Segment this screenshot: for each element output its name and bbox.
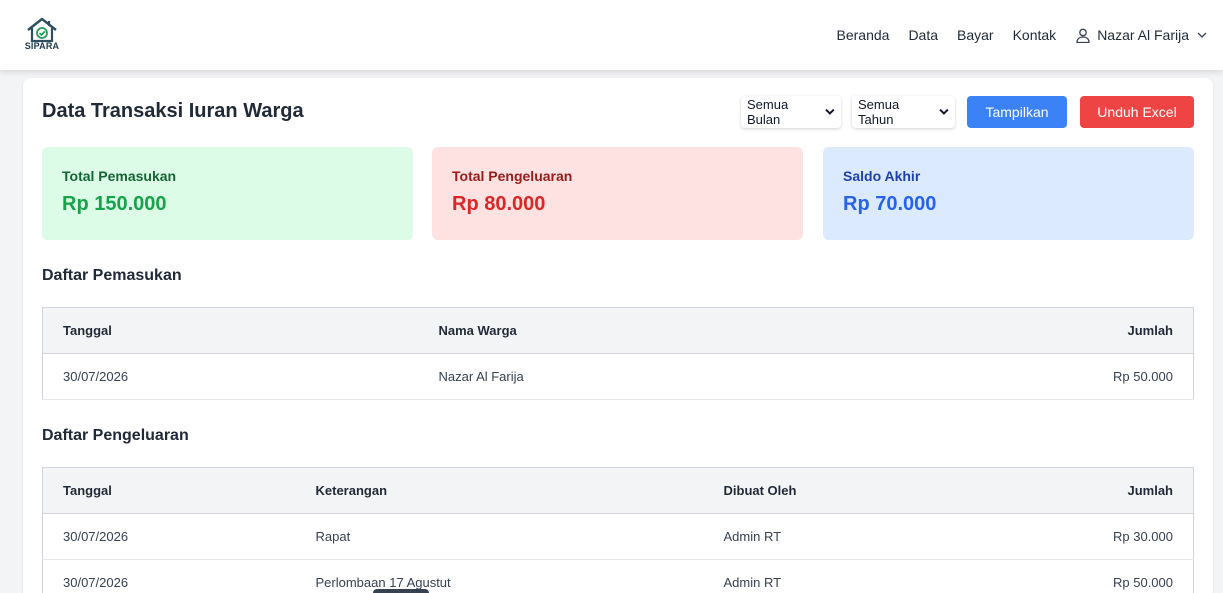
table-cell: Rp 50.000 — [848, 353, 1194, 400]
column-header: Dibuat Oleh — [703, 467, 963, 514]
table-cell: Admin RT — [703, 559, 963, 593]
column-header: Tanggal — [42, 467, 296, 514]
table-cell: Nazar Al Farija — [418, 353, 849, 400]
balance-value: Rp 70.000 — [843, 193, 937, 215]
total-income-value: Rp 150.000 — [62, 193, 167, 215]
chevron-down-icon — [825, 108, 835, 115]
scroll-indicator[interactable] — [373, 589, 429, 593]
nav-links: Beranda Data Bayar Kontak Nazar Al Farij… — [818, 0, 1208, 70]
nav-beranda[interactable]: Beranda — [837, 27, 890, 43]
column-header: Jumlah — [848, 307, 1194, 354]
user-menu[interactable]: Nazar Al Farija — [1076, 27, 1207, 43]
navbar: SIPARA Beranda Data Bayar Kontak Nazar A… — [0, 0, 1223, 70]
transactions-card: Data Transaksi Iuran Warga Semua Bulan S… — [23, 78, 1213, 593]
table-header-row: Tanggal Nama Warga Jumlah — [42, 307, 1194, 354]
month-select-value: Semua Bulan — [747, 97, 789, 127]
table-cell: 30/07/2026 — [42, 513, 296, 560]
column-header: Nama Warga — [418, 307, 849, 354]
total-income-card: Total Pemasukan Rp 150.000 — [42, 147, 413, 240]
total-income-label: Total Pemasukan — [62, 168, 177, 184]
income-table: Tanggal Nama Warga Jumlah 30/07/2026 Naz… — [42, 307, 1194, 400]
table-cell: Perlombaan 17 Agustut — [295, 559, 704, 593]
total-expense-label: Total Pengeluaran — [452, 168, 573, 184]
table-row: 30/07/2026 Rapat Admin RT Rp 30.000 — [42, 513, 1194, 560]
chevron-down-icon — [939, 108, 949, 115]
table-cell: Rp 50.000 — [962, 559, 1194, 593]
chevron-down-icon — [1197, 32, 1207, 38]
total-expense-value: Rp 80.000 — [452, 193, 546, 215]
nav-kontak[interactable]: Kontak — [1013, 27, 1057, 43]
year-select-value: Semua Tahun — [858, 97, 900, 127]
table-row: 30/07/2026 Nazar Al Farija Rp 50.000 — [42, 353, 1194, 400]
balance-label: Saldo Akhir — [843, 168, 921, 184]
column-header: Jumlah — [962, 467, 1194, 514]
house-check-icon — [27, 17, 57, 43]
show-button[interactable]: Tampilkan — [967, 96, 1067, 128]
table-header-row: Tanggal Keterangan Dibuat Oleh Jumlah — [42, 467, 1194, 514]
logo-text: SIPARA — [24, 41, 60, 51]
page-title: Data Transaksi Iuran Warga — [42, 100, 304, 122]
column-header: Keterangan — [295, 467, 704, 514]
sipara-logo[interactable]: SIPARA — [22, 17, 62, 53]
table-cell: 30/07/2026 — [42, 353, 419, 400]
income-section-title: Daftar Pemasukan — [42, 267, 182, 284]
export-excel-button[interactable]: Unduh Excel — [1080, 96, 1194, 128]
user-icon — [1076, 28, 1090, 43]
year-select[interactable]: Semua Tahun — [852, 96, 955, 128]
table-cell: 30/07/2026 — [42, 559, 296, 593]
month-select[interactable]: Semua Bulan — [741, 96, 841, 128]
table-cell: Rapat — [295, 513, 704, 560]
expense-section-title: Daftar Pengeluaran — [42, 427, 189, 444]
nav-data[interactable]: Data — [908, 27, 938, 43]
expense-table: Tanggal Keterangan Dibuat Oleh Jumlah 30… — [42, 467, 1194, 593]
nav-bayar[interactable]: Bayar — [957, 27, 994, 43]
total-expense-card: Total Pengeluaran Rp 80.000 — [432, 147, 803, 240]
column-header: Tanggal — [42, 307, 419, 354]
table-cell: Rp 30.000 — [962, 513, 1194, 560]
table-row: 30/07/2026 Perlombaan 17 Agustut Admin R… — [42, 559, 1194, 593]
table-cell: Admin RT — [703, 513, 963, 560]
user-name: Nazar Al Farija — [1097, 27, 1189, 43]
balance-card: Saldo Akhir Rp 70.000 — [823, 147, 1194, 240]
